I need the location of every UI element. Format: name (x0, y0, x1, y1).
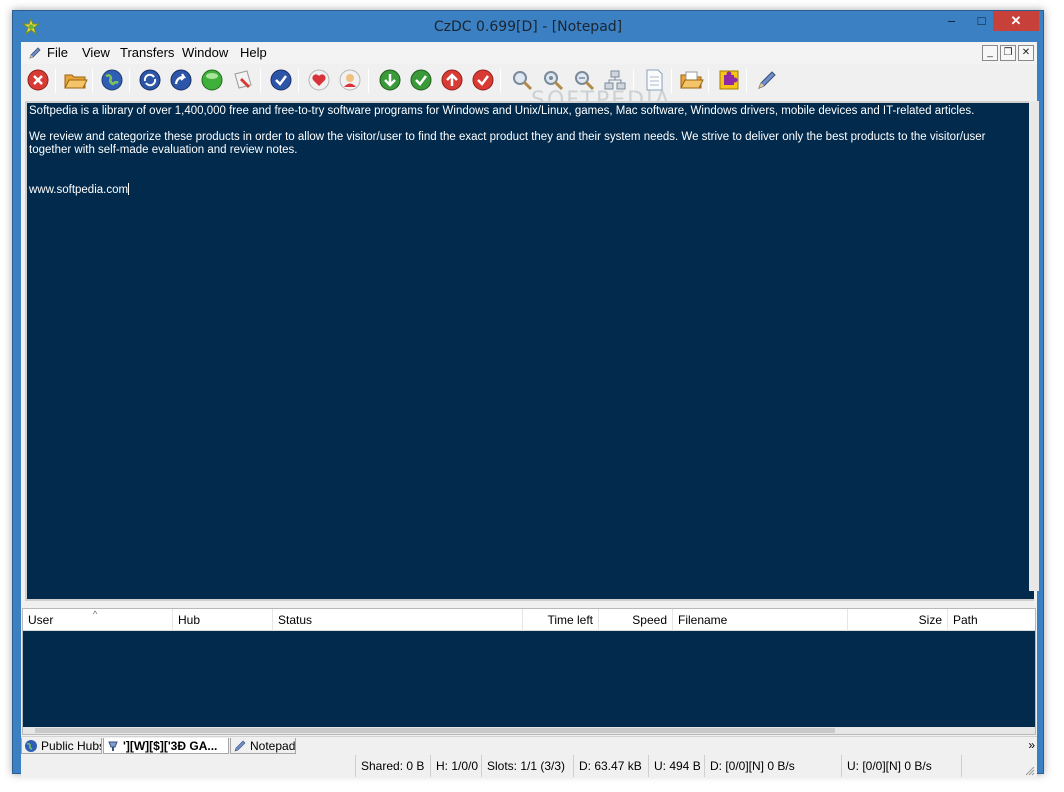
notepad-text-area[interactable]: Softpedia is a library of over 1,400,000… (25, 101, 1034, 601)
minimize-button[interactable]: – (938, 11, 965, 31)
tab-label: '][W][$]['3Ð GA... (123, 739, 218, 753)
text-caret (128, 183, 130, 195)
globe-icon (25, 740, 37, 752)
tab-label: Notepad (250, 739, 296, 753)
status-shared: Shared: 0 B (355, 755, 430, 777)
notepad-url-text: www.softpedia.com (29, 184, 129, 196)
notepad-pencil-icon[interactable] (27, 45, 43, 61)
hub-icon (108, 741, 118, 751)
notepad-line: www.softpedia.com (29, 183, 1019, 197)
disconnect-icon[interactable] (25, 67, 51, 93)
title-bar[interactable]: CzDC 0.699[D] - [Notepad] – □ ✕ (13, 11, 1043, 42)
column-size[interactable]: Size (848, 609, 948, 631)
notepad-blank-line (29, 157, 1019, 170)
column-status[interactable]: Status (273, 609, 523, 631)
favorite-heart-icon[interactable] (306, 67, 332, 93)
toolbar-separator (260, 69, 261, 93)
column-hub[interactable]: Hub (173, 609, 273, 631)
toolbar-separator (298, 69, 299, 93)
open-folder-icon[interactable] (62, 67, 88, 93)
plugins-icon[interactable] (716, 67, 742, 93)
recent-hubs-icon[interactable] (268, 67, 294, 93)
transfers-list[interactable]: User ^ Hub Status Time left Speed Filenam… (22, 608, 1036, 735)
mdi-minimize-button[interactable]: _ (982, 45, 998, 61)
notepad-vertical-scrollbar[interactable] (1029, 101, 1039, 591)
tab-notepad[interactable]: Notepad (230, 738, 296, 754)
column-filename[interactable]: Filename (673, 609, 848, 631)
toolbar-separator (500, 69, 501, 93)
notepad-blank-line (29, 118, 1019, 131)
toolbar-separator (55, 69, 56, 93)
transfers-header: User ^ Hub Status Time left Speed Filenam… (23, 609, 1035, 631)
notepad-line: Softpedia is a library of over 1,400,000… (29, 105, 975, 117)
toolbar-separator (708, 69, 709, 93)
mdi-restore-button[interactable]: ❐ (1000, 45, 1016, 61)
menu-file[interactable]: File (47, 45, 68, 60)
status-upload-rate: U: [0/0][N] 0 B/s (841, 755, 961, 777)
tabs-overflow-chevron-icon[interactable]: » (1028, 738, 1035, 752)
sort-ascending-icon: ^ (93, 609, 98, 619)
column-user[interactable]: User ^ (23, 609, 173, 631)
finished-uploads-icon[interactable] (470, 67, 496, 93)
tab-hub[interactable]: '][W][$]['3Ð GA... (103, 738, 229, 754)
transfers-horizontal-scrollbar[interactable] (23, 727, 1035, 734)
public-hubs-icon[interactable] (99, 67, 125, 93)
tab-public-hubs[interactable]: Public Hubs (21, 738, 102, 754)
status-hubs: H: 1/0/0 (430, 755, 481, 777)
app-window: CzDC 0.699[D] - [Notepad] – □ ✕ File Vie… (12, 10, 1044, 778)
menu-bar: File View Transfers Window Help _ ❐ ✕ (21, 42, 1037, 64)
menu-transfers[interactable]: Transfers (120, 45, 174, 60)
resize-grip-icon[interactable] (1025, 766, 1035, 776)
users-icon[interactable] (337, 67, 363, 93)
toolbar-separator (746, 69, 747, 93)
menu-help[interactable]: Help (240, 45, 267, 60)
toolbar-separator (92, 69, 93, 93)
column-time-left[interactable]: Time left (523, 609, 599, 631)
mdi-controls: _ ❐ ✕ (980, 44, 1034, 61)
scrollbar-thumb[interactable] (35, 728, 835, 733)
pencil-icon (234, 740, 246, 752)
status-downloaded: D: 63.47 kB (573, 755, 648, 777)
notepad-content[interactable]: Softpedia is a library of over 1,400,000… (29, 105, 1019, 197)
favorite-users-icon[interactable] (230, 67, 256, 93)
menu-window[interactable]: Window (182, 45, 228, 60)
reconnect-icon[interactable] (137, 67, 163, 93)
status-uploaded: U: 494 B (648, 755, 704, 777)
follow-redirect-icon[interactable] (168, 67, 194, 93)
close-button[interactable]: ✕ (993, 11, 1039, 31)
status-slots: Slots: 1/1 (3/3) (481, 755, 573, 777)
favorite-hubs-icon[interactable] (199, 67, 225, 93)
status-download-rate: D: [0/0][N] 0 B/s (704, 755, 841, 777)
mdi-close-button[interactable]: ✕ (1018, 45, 1034, 61)
maximize-button[interactable]: □ (968, 11, 995, 31)
settings-icon[interactable] (754, 67, 780, 93)
window-title: CzDC 0.699[D] - [Notepad] (433, 19, 623, 35)
toolbar-separator (368, 69, 369, 93)
column-speed[interactable]: Speed (599, 609, 673, 631)
download-queue-icon[interactable] (377, 67, 403, 93)
client-area: File View Transfers Window Help _ ❐ ✕ So… (21, 42, 1039, 778)
finished-downloads-icon[interactable] (408, 67, 434, 93)
toolbar: SOFTPEDIA (21, 64, 1037, 113)
menu-view[interactable]: View (82, 45, 110, 60)
status-message (21, 755, 355, 777)
toolbar-separator (129, 69, 130, 93)
notepad-blank-line (29, 170, 1019, 183)
notepad-line: We review and categorize these products … (29, 131, 989, 156)
open-file-list-icon[interactable] (678, 67, 704, 93)
window-tab-bar: Public Hubs '][W][$]['3Ð GA... Notepad » (21, 736, 1037, 754)
upload-queue-icon[interactable] (439, 67, 465, 93)
status-bar: Shared: 0 B H: 1/0/0 Slots: 1/1 (3/3) D:… (21, 754, 1037, 778)
tab-label: Public Hubs (41, 739, 102, 753)
column-path[interactable]: Path (948, 609, 1036, 631)
